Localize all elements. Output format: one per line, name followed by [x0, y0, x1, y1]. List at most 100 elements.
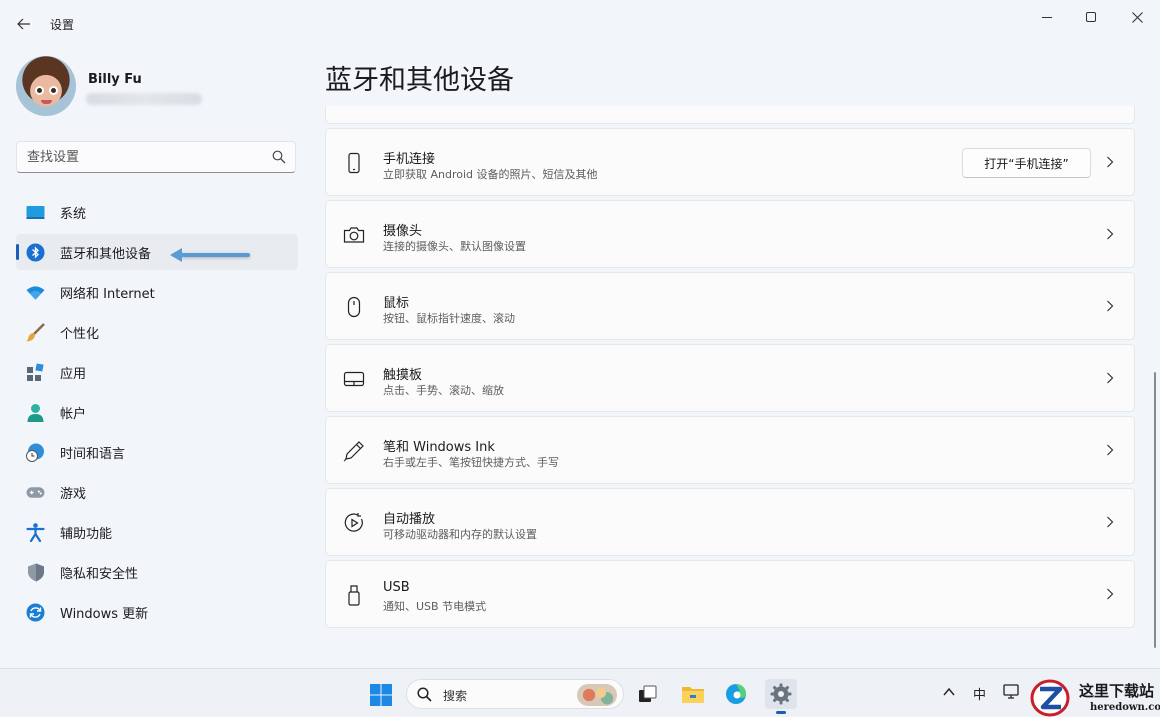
settings-app-button[interactable]: [765, 679, 797, 714]
settings-card-partial: [325, 106, 1135, 124]
avatar-eye: [35, 86, 44, 95]
task-view-icon: [639, 685, 657, 702]
avatar-eye: [49, 86, 58, 95]
card-usb[interactable]: USB 通知、USB 节电模式: [325, 560, 1135, 628]
chevron-right-icon: [1107, 372, 1114, 384]
minimize-button[interactable]: [1024, 6, 1070, 28]
edge-browser-button[interactable]: [720, 679, 752, 709]
card-subtitle: 可移动驱动器和内存的默认设置: [383, 528, 537, 541]
camera-icon: [343, 227, 365, 243]
content-scrollbar[interactable]: [1154, 372, 1156, 648]
user-name: Billy Fu: [88, 72, 142, 87]
accessibility-icon: [26, 523, 45, 542]
file-explorer-button[interactable]: [677, 679, 709, 709]
sidebar-item-time-language[interactable]: 时间和语言: [16, 434, 298, 470]
card-title: 手机连接: [383, 152, 436, 167]
arrow-left-icon: [17, 18, 30, 30]
apps-icon: [26, 363, 45, 382]
input-method-indicator[interactable]: 中: [973, 684, 986, 703]
card-mouse[interactable]: 鼠标 按钮、鼠标指针速度、滚动: [325, 272, 1135, 340]
chevron-right-icon: [1107, 156, 1114, 168]
sidebar-item-bluetooth[interactable]: 蓝牙和其他设备: [16, 234, 298, 270]
card-title: 摄像头: [383, 224, 423, 239]
edge-browser-icon: [726, 684, 746, 704]
sidebar-item-label: 时间和语言: [60, 446, 126, 462]
maximize-icon: [1086, 12, 1096, 22]
annotation-arrow: [170, 248, 250, 262]
maximize-button[interactable]: [1068, 6, 1114, 28]
settings-gear-icon: [770, 683, 792, 705]
close-icon: [1131, 11, 1143, 23]
open-phone-link-button[interactable]: 打开“手机连接”: [962, 148, 1091, 178]
mouse-icon: [347, 296, 361, 318]
card-subtitle: 按钮、鼠标指针速度、滚动: [383, 312, 515, 325]
chevron-right-icon: [1107, 228, 1114, 240]
sidebar-item-accessibility[interactable]: 辅助功能: [16, 514, 298, 550]
card-subtitle: 通知、USB 节电模式: [383, 600, 487, 613]
sidebar-item-label: 辅助功能: [60, 526, 113, 542]
chevron-up-icon[interactable]: [942, 685, 956, 699]
card-title: USB: [383, 580, 410, 595]
watermark-text: 这里下载站: [1079, 682, 1155, 700]
card-touchpad[interactable]: 触摸板 点击、手势、滚动、缩放: [325, 344, 1135, 412]
chevron-right-icon: [1107, 300, 1114, 312]
chevron-right-icon: [1107, 588, 1114, 600]
search-icon[interactable]: [272, 150, 286, 164]
card-autoplay[interactable]: 自动播放 可移动驱动器和内存的默认设置: [325, 488, 1135, 556]
task-view-button[interactable]: [632, 679, 664, 709]
bluetooth-icon: [26, 243, 45, 262]
sidebar-nav: 系统 蓝牙和其他设备 网络和 Internet 个性化 应用 帐户 时间和语言 …: [16, 194, 298, 634]
taskbar-search[interactable]: 搜索: [406, 679, 624, 709]
card-title: 自动播放: [383, 512, 436, 527]
sidebar-item-windows-update[interactable]: Windows 更新: [16, 594, 298, 630]
card-title: 鼠标: [383, 296, 410, 311]
brush-icon: [26, 323, 45, 342]
watermark-domain: heredown.com: [1090, 702, 1160, 713]
sidebar-item-privacy[interactable]: 隐私和安全性: [16, 554, 298, 590]
sidebar-item-label: 帐户: [60, 406, 87, 422]
pen-icon: [343, 441, 364, 462]
sidebar-item-network[interactable]: 网络和 Internet: [16, 274, 298, 310]
heredown-logo-icon: [1030, 679, 1070, 717]
system-icon: [26, 203, 45, 222]
gamepad-icon: [26, 483, 45, 502]
avatar-mouth: [41, 100, 52, 104]
title-bar: 设置: [0, 0, 1160, 46]
card-pen-windows-ink[interactable]: 笔和 Windows Ink 右手或左手、笔按钮快捷方式、手写: [325, 416, 1135, 484]
card-camera[interactable]: 摄像头 连接的摄像头、默认图像设置: [325, 200, 1135, 268]
sidebar-item-system[interactable]: 系统: [16, 194, 298, 230]
card-title: 触摸板: [383, 368, 423, 383]
sidebar-item-apps[interactable]: 应用: [16, 354, 298, 390]
sidebar-item-gaming[interactable]: 游戏: [16, 474, 298, 510]
user-email-blurred: [86, 93, 202, 105]
sidebar-item-label: 隐私和安全性: [60, 566, 139, 582]
card-subtitle: 点击、手势、滚动、缩放: [383, 384, 504, 397]
file-explorer-icon: [682, 687, 704, 703]
sidebar-item-label: 系统: [60, 206, 87, 222]
sidebar-item-label: 应用: [60, 366, 87, 382]
card-phone-link[interactable]: 手机连接 立即获取 Android 设备的照片、短信及其他 打开“手机连接”: [325, 128, 1135, 196]
search-input[interactable]: [27, 148, 257, 167]
sidebar-item-label: 个性化: [60, 326, 100, 342]
sidebar-item-personalization[interactable]: 个性化: [16, 314, 298, 350]
back-button[interactable]: [12, 12, 36, 36]
watermark: 这里下载站 heredown.com: [1030, 678, 1160, 717]
close-button[interactable]: [1114, 6, 1160, 28]
taskbar: 搜索 中: [0, 668, 1160, 717]
phone-icon: [348, 152, 360, 174]
windows-start-icon[interactable]: [370, 684, 392, 706]
update-icon: [26, 603, 45, 622]
card-subtitle: 立即获取 Android 设备的照片、短信及其他: [383, 168, 598, 181]
usb-icon: [348, 585, 360, 606]
sidebar-item-label: 蓝牙和其他设备: [60, 246, 152, 262]
sidebar-item-accounts[interactable]: 帐户: [16, 394, 298, 430]
sidebar-item-label: Windows 更新: [60, 606, 149, 622]
autoplay-icon: [344, 513, 363, 532]
chevron-right-icon: [1107, 444, 1114, 456]
search-icon: [417, 687, 432, 702]
shield-icon: [26, 563, 45, 582]
card-subtitle: 右手或左手、笔按钮快捷方式、手写: [383, 456, 559, 469]
monitor-icon[interactable]: [1003, 684, 1021, 700]
sidebar-item-label: 网络和 Internet: [60, 286, 155, 302]
avatar[interactable]: [16, 56, 76, 116]
